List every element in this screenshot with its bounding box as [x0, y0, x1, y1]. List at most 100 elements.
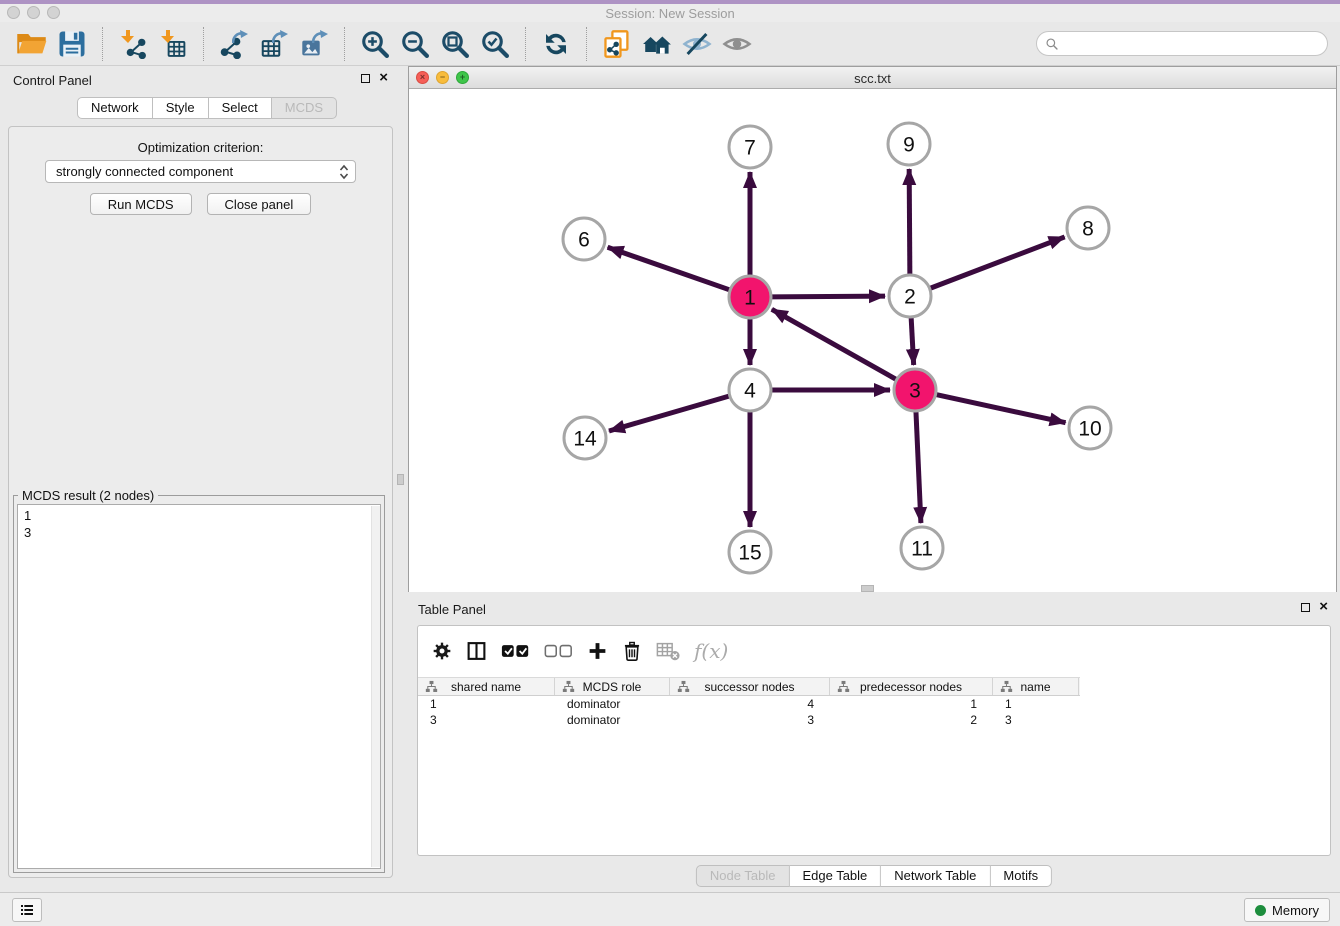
column-header-shared-name[interactable]: shared name: [418, 678, 555, 695]
tab-motifs[interactable]: Motifs: [990, 865, 1052, 887]
close-panel-button[interactable]: Close panel: [207, 193, 312, 215]
zoom-out-icon: [400, 29, 430, 59]
graph-edge-1-6[interactable]: [608, 247, 731, 290]
table-cell: 1: [830, 697, 993, 711]
table-settings-button[interactable]: [432, 636, 452, 666]
tab-style[interactable]: Style: [153, 97, 209, 119]
clone-network-button[interactable]: [597, 26, 637, 62]
export-image-button[interactable]: [294, 26, 334, 62]
clone-network-icon: [602, 29, 632, 59]
trash-icon: [622, 640, 642, 662]
eye-icon: [722, 29, 752, 59]
graph-node-11[interactable]: 11: [901, 527, 943, 569]
graph-node-10[interactable]: 10: [1069, 407, 1111, 449]
zoom-out-button[interactable]: [395, 26, 435, 62]
open-session-button[interactable]: [12, 26, 52, 62]
select-all-button[interactable]: [501, 636, 530, 666]
graph-node-8[interactable]: 8: [1067, 207, 1109, 249]
column-header-MCDS-role[interactable]: MCDS role: [555, 678, 670, 695]
graph-node-14[interactable]: 14: [564, 417, 606, 459]
checked-boxes-icon: [501, 640, 530, 662]
mcds-result-legend: MCDS result (2 nodes): [18, 488, 158, 503]
graph-edge-2-8[interactable]: [930, 237, 1065, 289]
apply-layout-button[interactable]: [536, 26, 576, 62]
close-panel-icon[interactable]: ×: [379, 73, 388, 83]
tab-network-table[interactable]: Network Table: [881, 865, 990, 887]
search-input[interactable]: [1059, 36, 1327, 51]
zoom-fit-icon: [440, 29, 470, 59]
tab-node-table[interactable]: Node Table: [696, 865, 790, 887]
import-network-icon: [118, 29, 148, 59]
graph-edge-3-1[interactable]: [772, 309, 897, 379]
export-network-icon: [219, 29, 249, 59]
search-field[interactable]: [1036, 31, 1328, 56]
import-network-button[interactable]: [113, 26, 153, 62]
export-network-button[interactable]: [214, 26, 254, 62]
tab-edge-table[interactable]: Edge Table: [789, 865, 881, 887]
export-table-button[interactable]: [254, 26, 294, 62]
save-session-button[interactable]: [52, 26, 92, 62]
criterion-select[interactable]: strongly connected component: [45, 160, 356, 183]
tree-icon: [425, 680, 438, 693]
result-scrollbar[interactable]: [371, 506, 380, 867]
graph-node-15[interactable]: 15: [729, 531, 771, 573]
vertical-splitter-grip[interactable]: [397, 474, 404, 485]
window-title: Session: New Session: [0, 6, 1340, 21]
control-panel-header: Control Panel ×: [0, 66, 400, 94]
graph-edge-3-11[interactable]: [916, 411, 921, 523]
memory-button[interactable]: Memory: [1244, 898, 1330, 922]
table-cell: 1: [993, 697, 1079, 711]
graph-node-4[interactable]: 4: [729, 369, 771, 411]
column-header-name[interactable]: name: [993, 678, 1079, 695]
network-overview-button[interactable]: [637, 26, 677, 62]
table-cell: dominator: [555, 697, 670, 711]
graph-node-1[interactable]: 1: [729, 276, 771, 318]
function-builder-button[interactable]: f(x): [694, 636, 728, 666]
delete-column-button[interactable]: [622, 636, 642, 666]
network-canvas[interactable]: 7 9 6 8 1 2 4 3 14 10 15 11: [409, 89, 1336, 592]
tab-mcds[interactable]: MCDS: [272, 97, 337, 119]
node-label: 6: [578, 228, 590, 251]
node-label: 14: [573, 427, 597, 450]
column-header-successor-nodes[interactable]: successor nodes: [670, 678, 830, 695]
float-panel-icon[interactable]: [361, 74, 370, 83]
tab-network[interactable]: Network: [77, 97, 153, 119]
save-floppy-icon: [57, 29, 87, 59]
graph-edge-1-2[interactable]: [771, 296, 885, 297]
horizontal-splitter-grip[interactable]: [861, 585, 874, 592]
graph-node-7[interactable]: 7: [729, 126, 771, 168]
table-row[interactable]: 3dominator323: [418, 712, 1330, 728]
zoom-fit-button[interactable]: [435, 26, 475, 62]
deselect-all-button[interactable]: [544, 636, 573, 666]
delete-table-button[interactable]: [656, 636, 680, 666]
column-header-predecessor-nodes[interactable]: predecessor nodes: [830, 678, 993, 695]
network-window-titlebar[interactable]: × − + scc.txt: [409, 67, 1336, 89]
close-table-panel-icon[interactable]: ×: [1319, 602, 1328, 612]
graph-edge-2-3[interactable]: [911, 317, 914, 365]
graph-edge-4-14[interactable]: [609, 396, 730, 431]
graph-node-3[interactable]: 3: [894, 369, 936, 411]
graph-node-6[interactable]: 6: [563, 218, 605, 260]
run-mcds-button[interactable]: Run MCDS: [90, 193, 192, 215]
graph-node-9[interactable]: 9: [888, 123, 930, 165]
tab-select[interactable]: Select: [209, 97, 272, 119]
add-column-button[interactable]: [587, 636, 608, 666]
mcds-result-box[interactable]: 13: [17, 504, 381, 869]
float-table-panel-icon[interactable]: [1301, 603, 1310, 612]
houses-icon: [642, 29, 672, 59]
import-table-button[interactable]: [153, 26, 193, 62]
show-hide-button[interactable]: [717, 26, 757, 62]
table-toolbar: f(x): [432, 632, 728, 670]
graph-node-2[interactable]: 2: [889, 275, 931, 317]
graph-edge-3-10[interactable]: [936, 394, 1066, 422]
graph-edge-2-9[interactable]: [909, 169, 910, 275]
table-row[interactable]: 1dominator411: [418, 696, 1330, 712]
optimization-criterion-label: Optimization criterion:: [9, 140, 392, 155]
graphics-details-button[interactable]: [677, 26, 717, 62]
show-panels-button[interactable]: [12, 898, 42, 922]
table-body: 1dominator4113dominator323: [418, 696, 1330, 728]
node-label: 11: [911, 537, 933, 560]
column-layout-button[interactable]: [466, 636, 487, 666]
zoom-in-button[interactable]: [355, 26, 395, 62]
zoom-selected-button[interactable]: [475, 26, 515, 62]
